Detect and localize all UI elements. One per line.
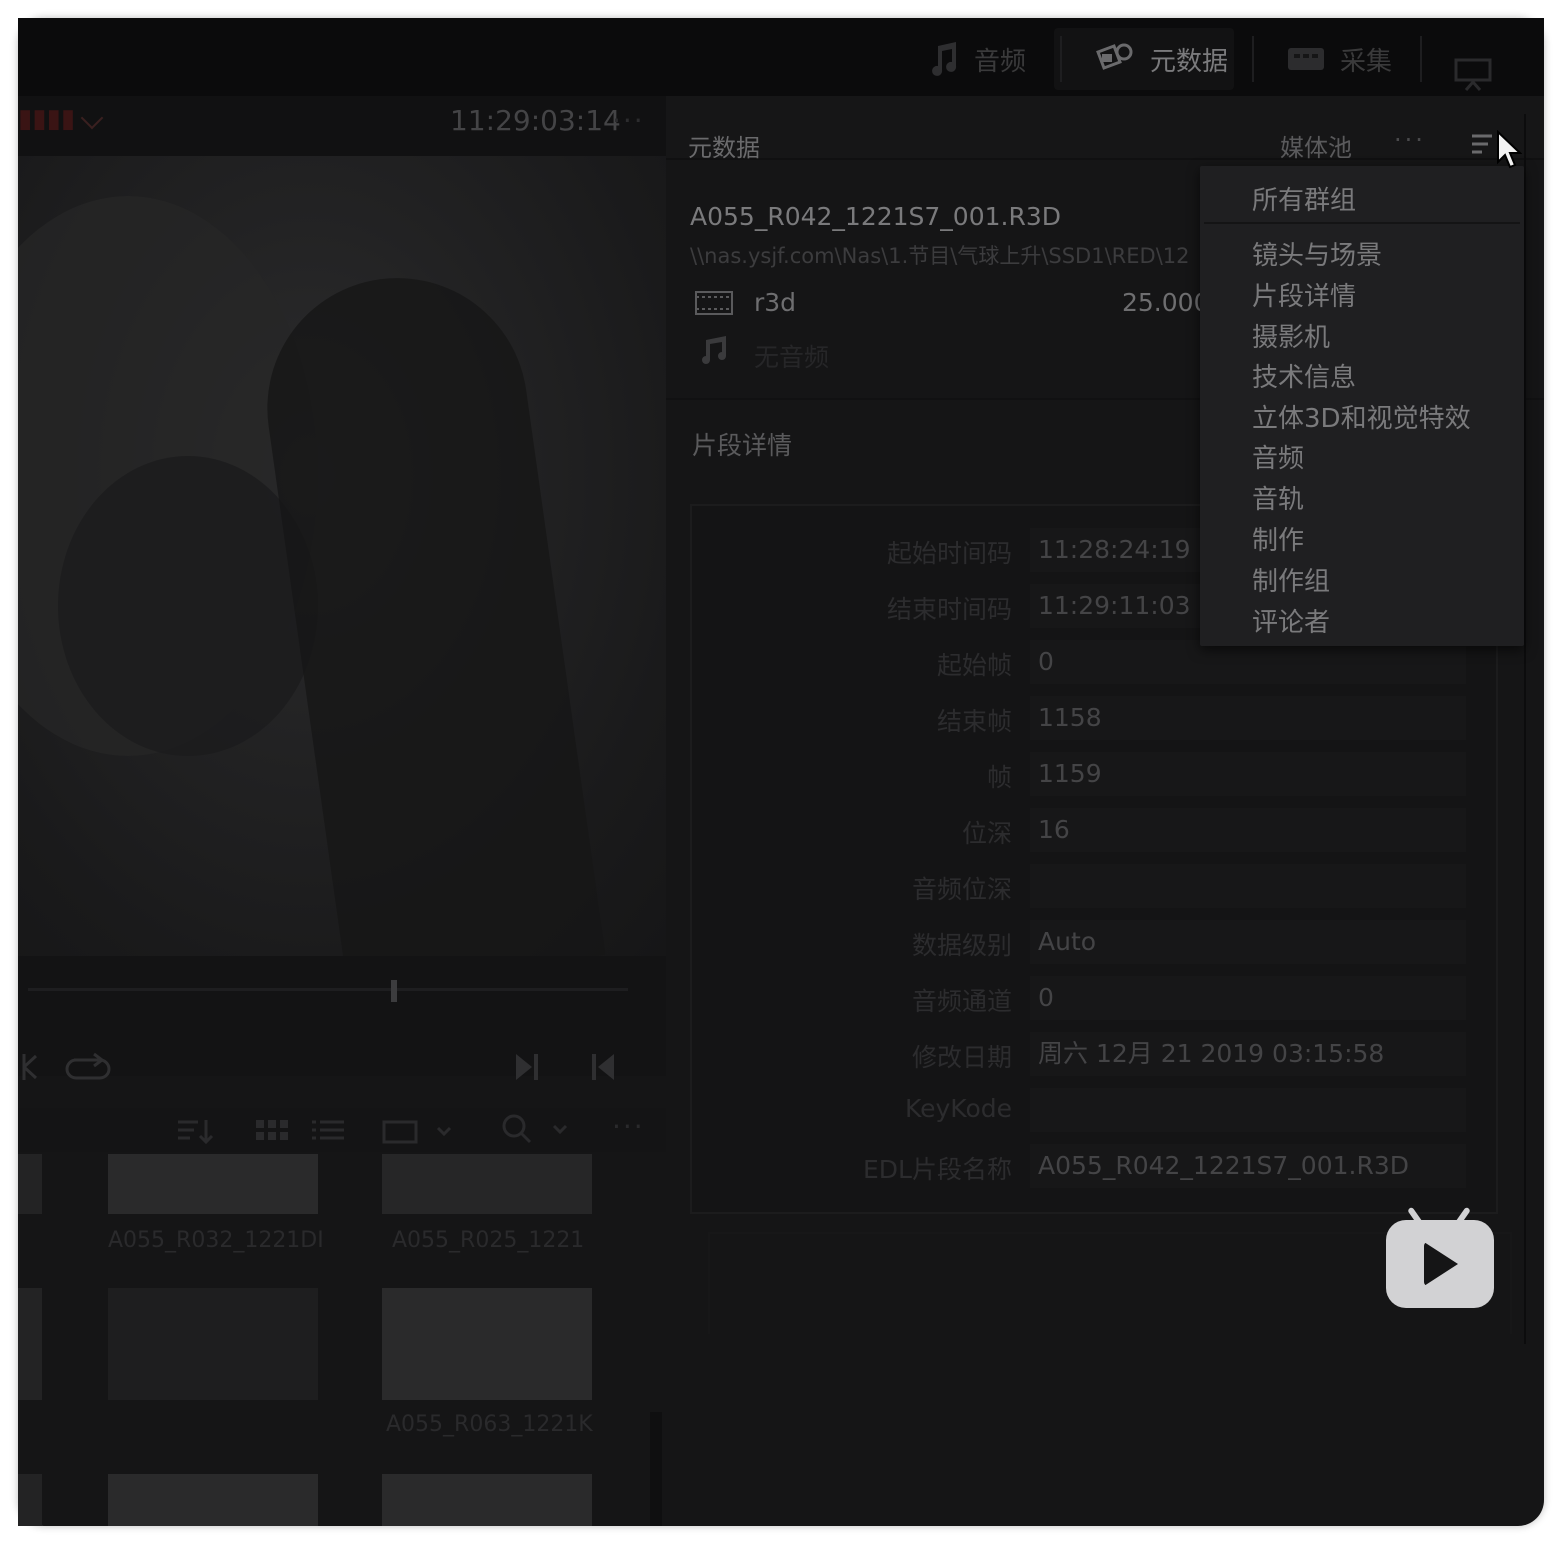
field-value[interactable]: A055_R042_1221S7_001.R3D bbox=[1030, 1144, 1466, 1188]
clip-thumbnail[interactable] bbox=[382, 1474, 592, 1526]
media-pool-button[interactable]: 媒体池 bbox=[1280, 128, 1352, 163]
clip-thumbnail[interactable] bbox=[18, 1474, 42, 1526]
dropdown-item[interactable]: 技术信息 bbox=[1252, 357, 1356, 394]
dropdown-item[interactable]: 镜头与场景 bbox=[1252, 235, 1382, 272]
clip-audio-status: 无音频 bbox=[754, 343, 830, 372]
viewer-menu-button[interactable]: ··· bbox=[612, 104, 645, 137]
section-title: 片段详情 bbox=[692, 431, 793, 460]
playhead-handle[interactable] bbox=[391, 980, 397, 1002]
field-value[interactable]: 1158 bbox=[1030, 696, 1466, 740]
clip-format: r3d bbox=[754, 288, 797, 317]
dropdown-item[interactable]: 制作 bbox=[1252, 520, 1304, 557]
clip-name: A055_R042_1221S7_001.R3D bbox=[690, 202, 1061, 231]
clip-fps: 25.000 bbox=[1122, 288, 1210, 317]
field-label: 位深 bbox=[961, 819, 1012, 848]
more-options-button[interactable]: ··· bbox=[1394, 126, 1426, 154]
field-value[interactable]: 周六 12月 21 2019 03:15:58 bbox=[1030, 1032, 1466, 1076]
thumbnail-view-icon[interactable] bbox=[254, 1118, 290, 1144]
field-label: 起始时间码 bbox=[886, 539, 1012, 568]
viewer-preview-image bbox=[18, 156, 666, 956]
field-label: 数据级别 bbox=[911, 931, 1012, 960]
search-icon[interactable] bbox=[500, 1112, 580, 1146]
play-reverse-icon[interactable] bbox=[588, 1050, 618, 1084]
dropdown-divider bbox=[1204, 222, 1520, 224]
field-label: 帧 bbox=[986, 763, 1012, 792]
play-next-icon[interactable] bbox=[512, 1050, 542, 1084]
capture-icon bbox=[1288, 48, 1324, 70]
clip-thumbnail-label: A055_R032_1221DI bbox=[108, 1228, 324, 1253]
field-value[interactable] bbox=[1030, 864, 1466, 908]
pool-menu-button[interactable]: ··· bbox=[612, 1110, 645, 1143]
viewer-timecode: 11:29:03:14 bbox=[450, 104, 621, 137]
field-value[interactable]: 16 bbox=[1030, 808, 1466, 852]
pool-scrollbar[interactable] bbox=[650, 1412, 662, 1526]
sort-icon[interactable] bbox=[176, 1116, 216, 1146]
tab-divider bbox=[1420, 36, 1422, 82]
metadata-tags-icon bbox=[1096, 43, 1133, 70]
dropdown-item[interactable]: 摄影机 bbox=[1252, 317, 1330, 354]
clip-thumbnail[interactable] bbox=[108, 1154, 318, 1214]
clip-thumbnail-label: A055_R025_1221 bbox=[392, 1228, 585, 1253]
panel-title: 元数据 bbox=[688, 134, 760, 162]
audio-note-icon bbox=[702, 336, 726, 364]
loop-icon[interactable] bbox=[64, 1050, 112, 1084]
dropdown-item[interactable]: 音频 bbox=[1252, 438, 1304, 475]
tab-metadata-label: 元数据 bbox=[1150, 46, 1229, 77]
dropdown-item[interactable]: 立体3D和视觉特效 bbox=[1252, 398, 1471, 435]
scrub-bar[interactable] bbox=[28, 988, 628, 991]
field-label: KeyKode bbox=[904, 1094, 1012, 1123]
dropdown-item[interactable]: 片段详情 bbox=[1252, 276, 1356, 313]
video-format-icon bbox=[695, 291, 733, 315]
tab-capture[interactable]: 采集 bbox=[1286, 34, 1392, 84]
list-view-icon[interactable] bbox=[310, 1116, 346, 1146]
clip-thumbnail-label: A055_R063_1221K bbox=[386, 1412, 593, 1437]
field-label: 音频通道 bbox=[911, 987, 1012, 1016]
music-note-icon bbox=[932, 42, 957, 76]
panel-edge bbox=[1524, 114, 1526, 1344]
tab-capture-label: 采集 bbox=[1340, 46, 1393, 77]
field-label: EDL片段名称 bbox=[863, 1155, 1012, 1184]
field-value[interactable]: 0 bbox=[1030, 640, 1466, 684]
field-label: 结束帧 bbox=[936, 707, 1012, 736]
viewer-source-label: ▮▮▮▮ bbox=[18, 104, 76, 134]
mouse-cursor-icon bbox=[1497, 130, 1522, 169]
clip-thumbnail[interactable] bbox=[18, 1154, 42, 1214]
dropdown-item[interactable]: 评论者 bbox=[1252, 602, 1330, 639]
tab-audio[interactable]: 音频 bbox=[928, 34, 1026, 84]
monitor-icon[interactable] bbox=[1454, 58, 1494, 94]
clip-thumbnail[interactable] bbox=[18, 1288, 42, 1400]
clip-thumbnail[interactable] bbox=[382, 1288, 592, 1400]
tab-divider bbox=[1252, 36, 1254, 82]
field-label: 修改日期 bbox=[911, 1043, 1012, 1072]
clip-thumbnail[interactable] bbox=[382, 1154, 592, 1214]
clip-thumbnail[interactable] bbox=[108, 1288, 318, 1400]
field-label: 起始帧 bbox=[936, 651, 1012, 680]
jog-icon[interactable] bbox=[20, 1050, 40, 1084]
field-value[interactable]: 0 bbox=[1030, 976, 1466, 1020]
clip-thumbnail[interactable] bbox=[108, 1474, 318, 1526]
field-value[interactable] bbox=[1030, 1088, 1466, 1132]
clip-path: \\nas.ysjf.com\Nas\1.节目\气球上升\SSD1\RED\12 bbox=[690, 244, 1190, 268]
field-value[interactable]: 1159 bbox=[1030, 752, 1466, 796]
tab-divider bbox=[1060, 36, 1062, 82]
field-label: 音频位深 bbox=[911, 875, 1012, 904]
viewer-scrub-area bbox=[18, 956, 666, 1076]
field-label: 结束时间码 bbox=[886, 595, 1012, 624]
dropdown-item-all-groups[interactable]: 所有群组 bbox=[1252, 180, 1356, 217]
tab-metadata[interactable]: 元数据 bbox=[1094, 34, 1228, 84]
dropdown-item[interactable]: 音轨 bbox=[1252, 479, 1304, 516]
clip-size-icon[interactable] bbox=[382, 1118, 462, 1146]
dropdown-item[interactable]: 制作组 bbox=[1252, 561, 1330, 598]
field-value[interactable]: Auto bbox=[1030, 920, 1466, 964]
tab-audio-label: 音频 bbox=[974, 46, 1027, 77]
